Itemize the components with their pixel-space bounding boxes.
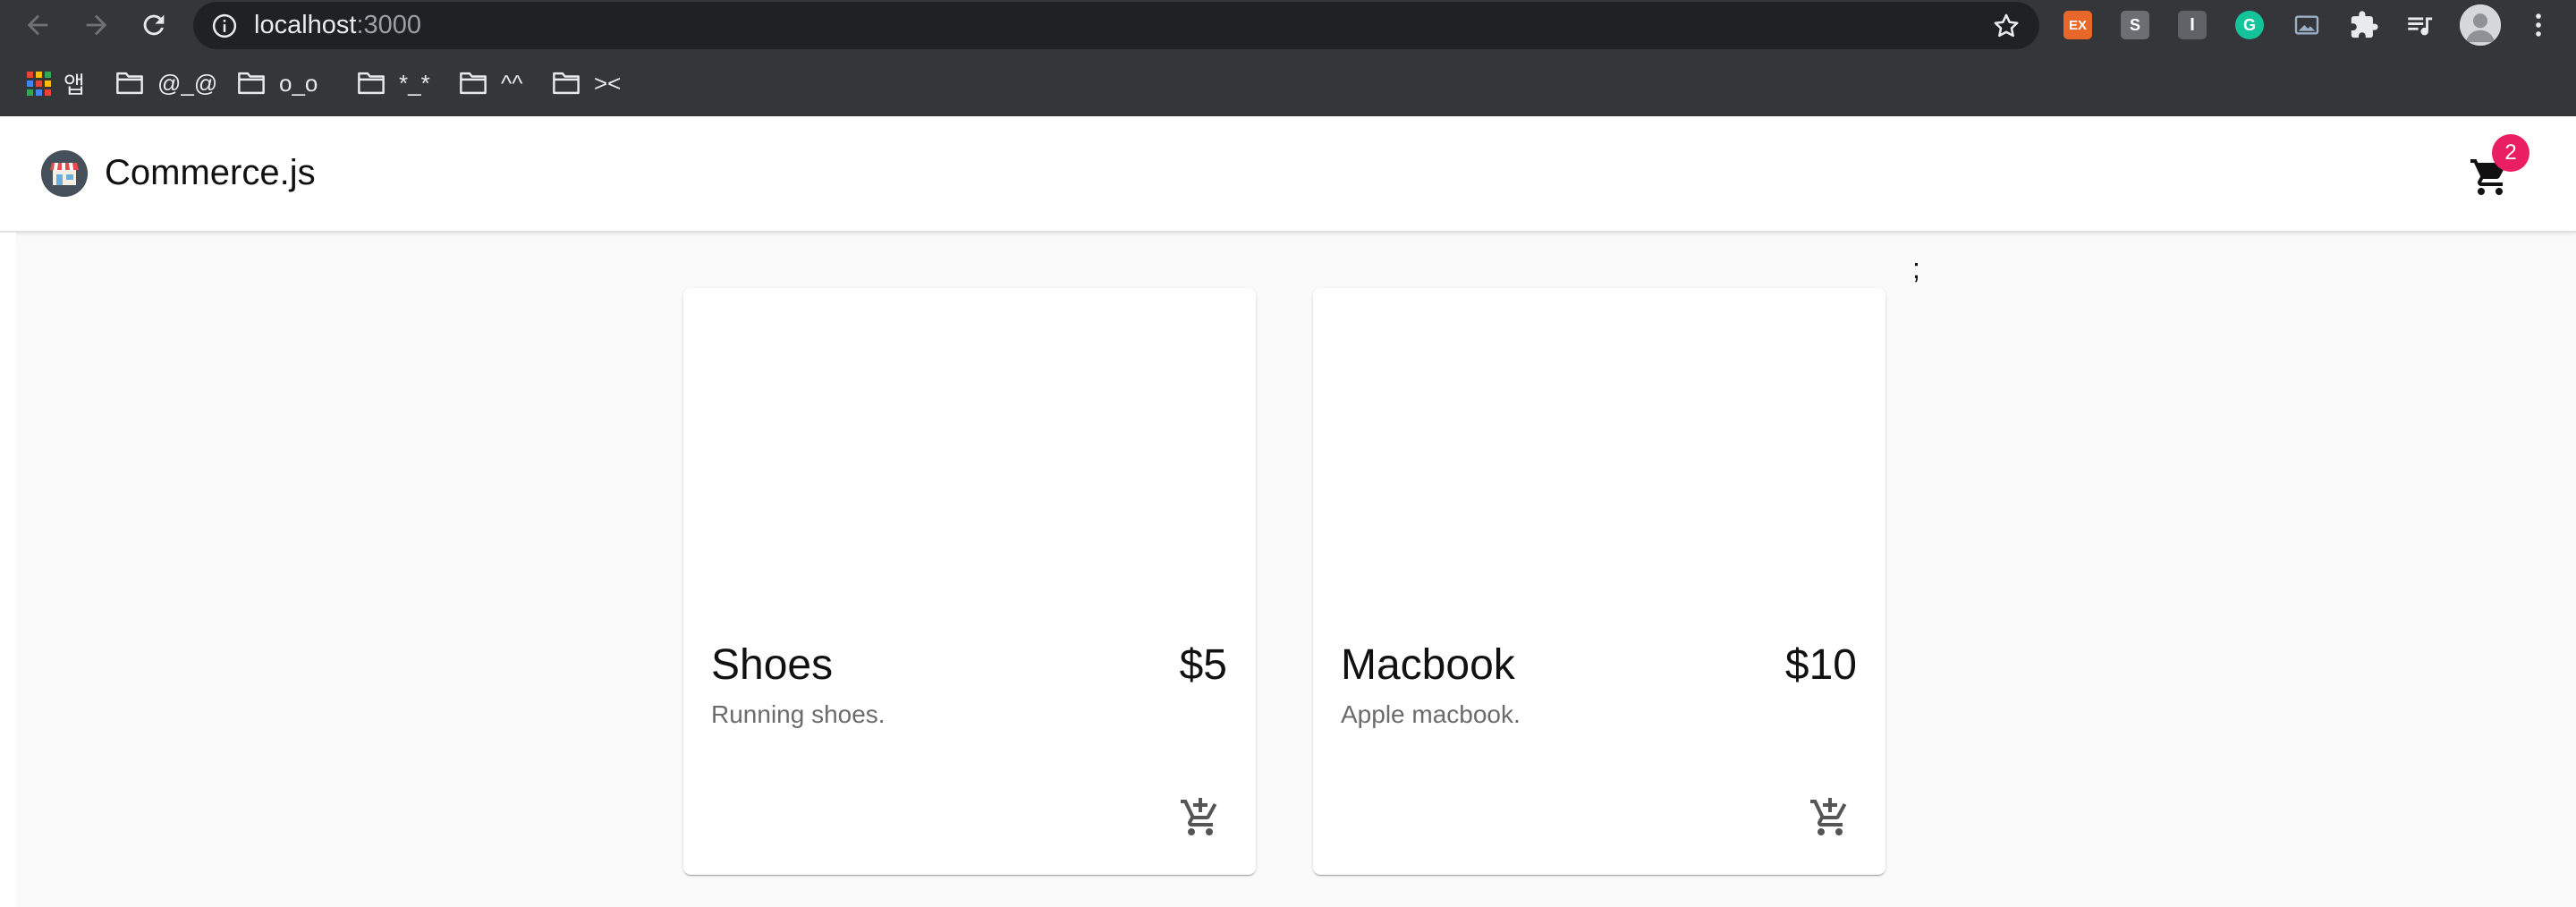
product-description: Running shoes.: [711, 700, 886, 728]
add-to-cart-button[interactable]: [1174, 791, 1227, 844]
cart-count-badge: 2: [2492, 134, 2529, 172]
folder-icon: [238, 72, 265, 95]
brand-title[interactable]: Commerce.js: [105, 152, 316, 193]
bookmark-star-icon[interactable]: [1991, 11, 2021, 41]
add-shopping-cart-icon: [1181, 798, 1217, 835]
app-bar: Commerce.js: [0, 116, 2576, 233]
store-logo-icon[interactable]: [41, 150, 88, 197]
bookmark-label: *_*: [399, 69, 430, 97]
product-description: Apple macbook.: [1341, 700, 1521, 728]
product-card-shoes: Shoes $5 Running shoes.: [683, 288, 1256, 875]
folder-icon: [460, 72, 487, 95]
bookmark-apps[interactable]: 앱: [27, 68, 85, 98]
bookmark-folder-4[interactable]: ^^: [458, 68, 522, 98]
extension-ex[interactable]: EX: [2063, 11, 2092, 39]
product-price: $5: [1179, 641, 1227, 689]
info-icon[interactable]: [211, 13, 238, 39]
bookmark-label: 앱: [64, 71, 85, 98]
folder-icon: [116, 72, 143, 95]
bookmark-folder-5[interactable]: ><: [551, 68, 621, 98]
extensions-button[interactable]: [2348, 9, 2380, 41]
product-price: $10: [1784, 641, 1857, 689]
bookmark-label: o_o: [279, 69, 318, 97]
extension-s[interactable]: S: [2121, 11, 2149, 39]
product-image: [683, 288, 1256, 619]
extension-i-label: I: [2190, 14, 2195, 35]
reload-button[interactable]: [136, 7, 172, 43]
add-shopping-cart-icon: [1810, 798, 1847, 835]
bookmark-label: @_@: [157, 69, 218, 97]
reading-list-button[interactable]: [2403, 9, 2436, 41]
product-name: Shoes: [711, 641, 834, 689]
bookmark-folder-1[interactable]: @_@: [114, 68, 217, 98]
folder-icon: [553, 72, 580, 95]
extension-s-label: S: [2129, 15, 2140, 34]
extension-g-label: G: [2242, 15, 2256, 34]
forward-button[interactable]: [79, 7, 114, 43]
more-vert-icon: [2536, 13, 2541, 37]
browser-toolbar: localhost:3000 EX S I G: [0, 0, 2576, 50]
puzzle-icon: [2351, 11, 2378, 38]
folder-icon: [358, 72, 385, 95]
extension-i[interactable]: I: [2178, 11, 2207, 39]
product-image: [1313, 288, 1885, 619]
add-to-cart-button[interactable]: [1803, 791, 1857, 844]
extension-image[interactable]: [2291, 9, 2323, 41]
arrow-right-icon: [86, 14, 107, 36]
browser-menu-button[interactable]: [2522, 9, 2555, 41]
address-bar[interactable]: localhost:3000: [193, 2, 2039, 49]
playlist-icon: [2408, 17, 2433, 36]
bookmark-label: ><: [594, 69, 622, 97]
extension-ex-label: EX: [2068, 17, 2087, 33]
url-host: localhost: [254, 11, 357, 39]
arrow-left-icon: [27, 14, 48, 36]
url-port: :3000: [356, 11, 422, 39]
bookmark-folder-2[interactable]: o_o: [236, 68, 318, 98]
url-text: localhost:3000: [254, 11, 421, 40]
reload-icon: [143, 14, 165, 36]
back-button[interactable]: [20, 7, 55, 43]
bookmark-folder-3[interactable]: *_*: [356, 68, 430, 98]
person-icon: [2460, 4, 2501, 46]
apps-grid-icon: [27, 71, 51, 96]
image-icon: [2294, 15, 2319, 35]
product-card-macbook: Macbook $10 Apple macbook.: [1313, 288, 1885, 875]
extension-grammarly[interactable]: G: [2235, 11, 2264, 39]
page-left-edge: [0, 233, 16, 907]
bookmarks-bar: 앱 @_@ o_o *_* ^^ ><: [0, 50, 2576, 117]
product-name: Macbook: [1341, 641, 1515, 689]
profile-avatar[interactable]: [2460, 4, 2501, 46]
stray-text: ;: [1912, 252, 1920, 284]
bookmark-label: ^^: [501, 69, 523, 97]
